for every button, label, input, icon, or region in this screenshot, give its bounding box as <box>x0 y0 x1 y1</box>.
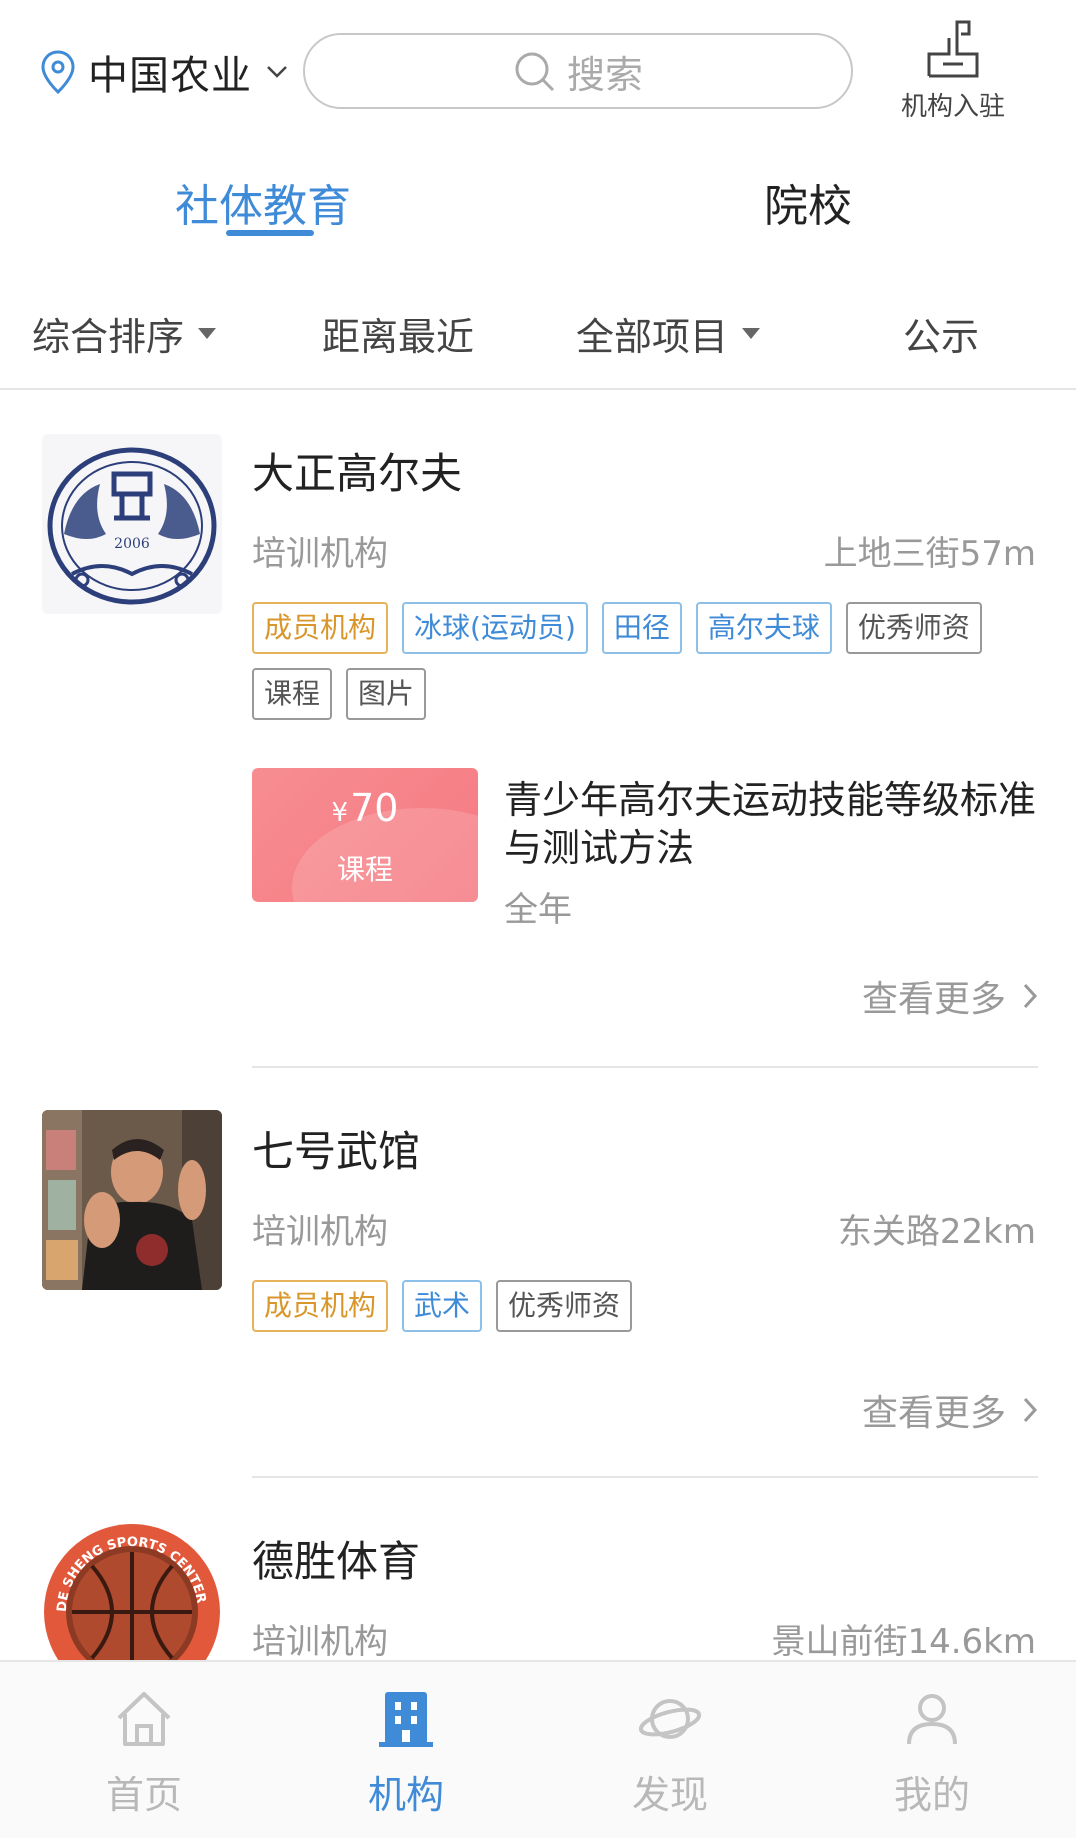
institution-join-button[interactable]: 机构入驻 <box>878 18 1028 128</box>
distance: 上地三街57m <box>823 534 1036 574</box>
nav-institutions[interactable]: 机构 <box>326 1686 486 1819</box>
filter-bar: 综合排序 距离最近 全部项目 公示 <box>0 290 1076 390</box>
chevron-right-icon <box>1023 983 1038 1009</box>
nav-home[interactable]: 首页 <box>64 1686 224 1819</box>
tag-sport: 高尔夫球 <box>695 602 832 654</box>
course-item[interactable]: ¥70 课程 青少年高尔夫运动技能等级标准与测试方法 全年 <box>252 768 1042 930</box>
location-name: 中国农业 <box>88 53 252 99</box>
planet-icon <box>638 1699 702 1739</box>
tag-feature: 优秀师资 <box>845 602 982 654</box>
distance: 景山前街14.6km <box>771 1622 1036 1660</box>
bottom-navigation: 首页 机构 发现 我的 <box>0 1660 1076 1838</box>
course-price-ticket: ¥70 课程 <box>252 768 478 902</box>
nav-mine[interactable]: 我的 <box>852 1686 1012 1819</box>
filter-all-projects-label: 全部项目 <box>576 315 729 359</box>
tag-sport: 冰球(运动员) <box>402 602 588 654</box>
building-icon <box>379 1692 433 1747</box>
tag-list: 成员机构 冰球(运动员) 田径 高尔夫球 优秀师资 课程 图片 <box>252 602 1052 720</box>
tag-feature: 课程 <box>252 668 333 720</box>
location-selector[interactable]: 中国农业 <box>40 48 288 99</box>
nav-home-label: 首页 <box>105 1773 182 1817</box>
active-tab-indicator <box>226 230 314 236</box>
filter-all-projects[interactable]: 全部项目 <box>576 306 761 361</box>
institution-logo: DE SHENG SPORTS CENTER <box>42 1520 222 1660</box>
distance: 东关路22km <box>837 1212 1036 1252</box>
chevron-down-icon <box>267 66 287 78</box>
listing-card[interactable]: 七号武馆 培训机构 东关路22km 成员机构 武术 优秀师资 查看更多 <box>0 1108 1076 1438</box>
nav-mine-label: 我的 <box>893 1773 970 1817</box>
dropdown-triangle-icon <box>742 328 761 339</box>
listing-card[interactable]: 2006 大正高尔夫 培训机构 上地三街57m 成员机构 冰球(运动员) 田径 … <box>0 430 1076 1070</box>
filter-sort[interactable]: 综合排序 <box>32 306 217 361</box>
institution-type: 培训机构 <box>252 1622 388 1660</box>
home-icon <box>117 1692 171 1746</box>
institution-icon <box>927 20 979 78</box>
institution-name: 德胜体育 <box>252 1537 421 1586</box>
nav-discover-label: 发现 <box>631 1773 708 1817</box>
institution-name: 大正高尔夫 <box>252 449 463 498</box>
dropdown-triangle-icon <box>198 328 217 339</box>
nav-institutions-label: 机构 <box>367 1773 444 1817</box>
institution-join-label: 机构入驻 <box>900 92 1005 122</box>
view-more-link[interactable]: 查看更多 <box>862 970 1038 1022</box>
tag-member: 成员机构 <box>252 1280 389 1332</box>
divider <box>252 1066 1038 1068</box>
filter-public-notice[interactable]: 公示 <box>903 306 979 361</box>
view-more-label: 查看更多 <box>861 1393 1006 1434</box>
listing-card[interactable]: DE SHENG SPORTS CENTER 德胜体育 培训机构 景山前街14.… <box>0 1518 1076 1660</box>
course-period: 全年 <box>504 890 572 930</box>
filter-public-notice-label: 公示 <box>903 315 980 359</box>
institution-type: 培训机构 <box>252 1212 388 1252</box>
search-icon <box>515 52 555 92</box>
search-placeholder: 搜索 <box>566 52 643 97</box>
top-bar: 中国农业 搜索 机构入驻 <box>0 0 1076 140</box>
tag-list: 成员机构 武术 优秀师资 <box>252 1280 1052 1332</box>
chevron-right-icon <box>1023 1397 1038 1423</box>
course-name: 青少年高尔夫运动技能等级标准与测试方法 <box>504 778 1037 870</box>
tag-sport: 武术 <box>402 1280 483 1332</box>
filter-nearest[interactable]: 距离最近 <box>322 306 474 361</box>
institution-logo: 2006 <box>42 434 222 614</box>
course-price: ¥70 <box>331 786 399 830</box>
nav-discover[interactable]: 发现 <box>590 1686 750 1819</box>
tag-sport: 田径 <box>601 602 682 654</box>
tag-feature: 优秀师资 <box>496 1280 633 1332</box>
divider <box>252 1476 1038 1478</box>
user-icon <box>907 1694 957 1745</box>
filter-nearest-label: 距离最近 <box>322 315 475 359</box>
tag-feature: 图片 <box>346 668 427 720</box>
institution-name: 七号武馆 <box>252 1127 421 1176</box>
tab-schools[interactable]: 院校 <box>764 170 852 234</box>
institution-photo <box>42 1110 222 1290</box>
svg-text:2006: 2006 <box>114 536 150 552</box>
tab-social-sports-education[interactable]: 社体教育 <box>175 170 351 234</box>
filter-sort-label: 综合排序 <box>32 315 185 359</box>
view-more-link[interactable]: 查看更多 <box>862 1384 1038 1436</box>
view-more-label: 查看更多 <box>861 979 1006 1020</box>
main-tabs: 社体教育 院校 <box>0 150 1076 260</box>
institution-type: 培训机构 <box>252 534 388 574</box>
location-pin-icon <box>41 50 75 94</box>
course-type: 课程 <box>336 853 393 886</box>
tag-member: 成员机构 <box>252 602 389 654</box>
search-input[interactable]: 搜索 <box>303 33 853 109</box>
